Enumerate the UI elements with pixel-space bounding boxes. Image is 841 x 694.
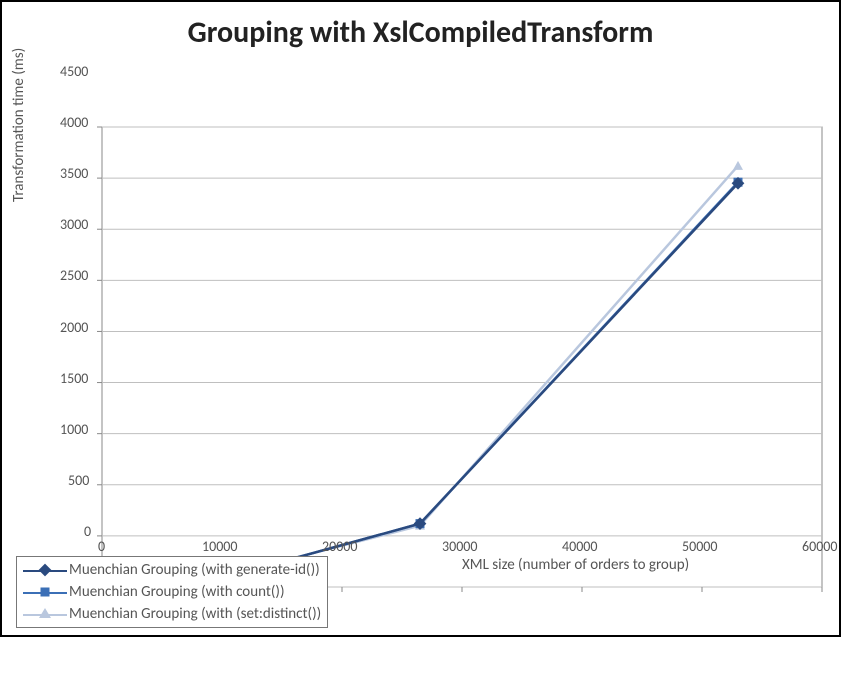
y-tick-label: 4000 [60, 114, 88, 131]
chart-frame: Grouping with XslCompiledTransform Trans… [0, 0, 841, 637]
x-tick-label: 10000 [202, 538, 237, 555]
legend: Muenchian Grouping (with generate-id()) … [16, 556, 328, 628]
y-tick-label: 1500 [60, 370, 88, 387]
y-tick-label: 4500 [60, 63, 88, 80]
x-tick-label: 60000 [802, 538, 837, 555]
triangle-marker-icon [39, 608, 51, 618]
y-tick-label: 0 [84, 523, 91, 540]
legend-entry-2: Muenchian Grouping (with (set:distinct()… [23, 603, 321, 625]
legend-label-1: Muenchian Grouping (with count()) [69, 583, 285, 601]
x-tick-label: 50000 [682, 538, 717, 555]
legend-entry-1: Muenchian Grouping (with count()) [23, 581, 321, 603]
legend-swatch-2 [23, 606, 67, 622]
y-tick-label: 3000 [60, 216, 88, 233]
x-tick-label: 30000 [442, 538, 477, 555]
y-tick-label: 2500 [60, 267, 88, 284]
legend-swatch-0 [23, 562, 67, 578]
y-tick-label: 2000 [60, 319, 88, 336]
legend-swatch-1 [23, 584, 67, 600]
y-tick-label: 1000 [60, 421, 88, 438]
y-tick-label: 3500 [60, 165, 88, 182]
legend-entry-0: Muenchian Grouping (with generate-id()) [23, 559, 321, 581]
x-axis-label: XML size (number of orders to group) [462, 556, 689, 574]
diamond-marker-icon [39, 564, 52, 577]
y-tick-label: 500 [68, 472, 89, 489]
x-tick-label: 40000 [562, 538, 597, 555]
chart-title: Grouping with XslCompiledTransform [2, 2, 839, 57]
x-tick-label: 0 [98, 538, 105, 555]
legend-label-2: Muenchian Grouping (with (set:distinct()… [69, 605, 321, 623]
legend-label-0: Muenchian Grouping (with generate-id()) [69, 561, 320, 579]
x-tick-label: 20000 [322, 538, 357, 555]
square-marker-icon [41, 588, 50, 597]
